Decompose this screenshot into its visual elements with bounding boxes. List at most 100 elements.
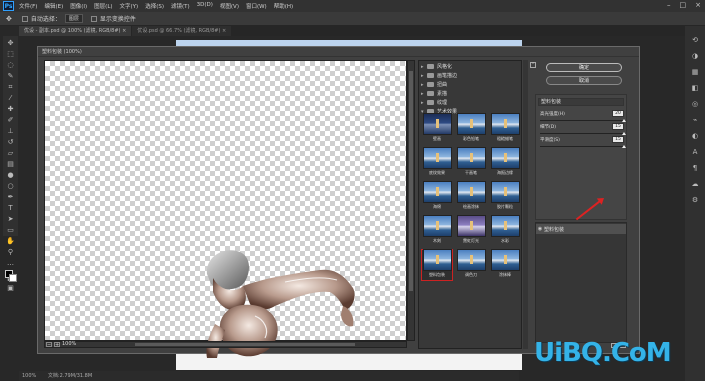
param-slider-track[interactable] — [540, 120, 624, 121]
filter-thumb[interactable]: 木刻 — [421, 215, 453, 247]
clone-stamp-icon[interactable]: ⊥ — [6, 127, 15, 135]
move-tool-icon[interactable]: ✥ — [6, 39, 15, 47]
tab-document-copy[interactable]: 优设 - 副本.psd @ 100% (滤镜, RGB/8#) × — [19, 26, 132, 36]
filter-folder[interactable]: ▸ 画笔描边 — [419, 71, 521, 80]
color-icon[interactable]: ◑ — [690, 52, 700, 61]
filter-thumb[interactable]: 壁画 — [421, 113, 453, 145]
filter-folder[interactable]: ▸ 扭曲 — [419, 80, 521, 89]
filter-thumb-label: 绘画涂抹 — [463, 204, 479, 209]
auto-select-dropdown[interactable]: 图层 — [64, 14, 83, 23]
collapse-browser-icon[interactable]: ⌃ — [530, 62, 536, 68]
filter-thumb[interactable]: 塑料包装 — [421, 249, 453, 281]
param-slider-knob[interactable] — [622, 119, 626, 122]
move-tool-icon[interactable]: ✥ — [6, 15, 12, 23]
param-value-input[interactable]: 15 — [612, 136, 624, 143]
marquee-tool-icon[interactable]: ⬚ — [6, 50, 15, 58]
close-icon[interactable]: × — [695, 1, 701, 9]
filter-thumb[interactable]: 绘画涂抹 — [455, 181, 487, 213]
screen-mode-icon[interactable]: ▣ — [6, 284, 15, 292]
hand-tool-icon[interactable]: ✋ — [6, 237, 15, 245]
menu-item[interactable]: 帮助(H) — [274, 2, 293, 10]
effect-layer-row[interactable]: ◉ 塑料包装 — [536, 224, 626, 234]
filter-thumb[interactable]: 底纹效果 — [421, 147, 453, 179]
cc-libraries-icon[interactable]: ☁ — [690, 180, 700, 189]
menu-item[interactable]: 编辑(E) — [44, 2, 63, 10]
menu-item[interactable]: 图层(L) — [94, 2, 112, 10]
gradient-tool-icon[interactable]: ▤ — [6, 160, 15, 168]
paths-icon[interactable]: ⌁ — [690, 116, 700, 125]
param-value-input[interactable]: 15 — [612, 123, 624, 130]
filter-thumb[interactable]: 彩色铅笔 — [455, 113, 487, 145]
menu-item[interactable]: 窗口(W) — [246, 2, 267, 10]
param-slider-knob[interactable] — [622, 145, 626, 148]
zoom-tool-icon[interactable]: ⚲ — [6, 248, 15, 256]
filter-thumb[interactable]: 干画笔 — [455, 147, 487, 179]
lasso-tool-icon[interactable]: ◌ — [6, 61, 15, 69]
filter-thumb[interactable]: 涂抹棒 — [489, 249, 521, 281]
filter-thumb[interactable]: 粗糙蜡笔 — [489, 113, 521, 145]
filter-thumb[interactable]: 霓虹灯光 — [455, 215, 487, 247]
shape-tool-icon[interactable]: ▭ — [6, 226, 15, 234]
dodge-tool-icon[interactable]: ○ — [6, 182, 15, 190]
more-tools-icon[interactable]: … — [6, 259, 15, 267]
eyedropper-tool-icon[interactable]: ⁄ — [6, 94, 15, 102]
path-select-icon[interactable]: ➤ — [6, 215, 15, 223]
paragraph-icon[interactable]: ¶ — [690, 164, 700, 173]
maximize-icon[interactable]: □ — [680, 1, 687, 9]
param-value-input[interactable]: 20 — [612, 110, 624, 117]
filter-thumb-image — [490, 249, 520, 271]
menu-item[interactable]: 3D(D) — [197, 2, 213, 10]
auto-select-checkbox[interactable] — [21, 15, 28, 22]
preview-horizontal-scrollbar[interactable] — [44, 341, 407, 348]
swatches-icon[interactable]: ▦ — [690, 68, 700, 77]
character-icon[interactable]: A — [690, 148, 700, 157]
brush-tool-icon[interactable]: ✐ — [6, 116, 15, 124]
tab-document[interactable]: 优设.psd @ 66.7% (滤镜, RGB/8#) × — [132, 26, 232, 36]
filter-select-dropdown[interactable]: 塑料包装 — [538, 98, 624, 106]
filter-folder[interactable]: ▸ 纹理 — [419, 98, 521, 107]
preview-vertical-scrollbar[interactable] — [407, 60, 415, 341]
filter-thumb[interactable]: 水彩 — [489, 215, 521, 247]
menu-item[interactable]: 视图(V) — [220, 2, 239, 10]
filter-thumb-label: 彩色铅笔 — [463, 136, 479, 141]
filter-thumb[interactable]: 海报边缘 — [489, 147, 521, 179]
preview-horizontal-thumb[interactable] — [135, 343, 355, 346]
menu-item[interactable]: 文字(Y) — [120, 2, 139, 10]
param-slider-track[interactable] — [540, 133, 624, 134]
zoom-out-button[interactable]: − — [46, 341, 52, 347]
param-slider-track[interactable] — [540, 146, 624, 147]
filter-folder[interactable]: ▸ 风格化 — [419, 62, 521, 71]
eye-icon[interactable]: ◉ — [536, 226, 544, 232]
layers-icon[interactable]: ◧ — [690, 84, 700, 93]
channels-icon[interactable]: ◎ — [690, 100, 700, 109]
menu-item[interactable]: 选择(S) — [145, 2, 164, 10]
adjustments-icon[interactable]: ◐ — [690, 132, 700, 141]
filter-browser: ▸ 风格化 ▸ 画笔描边 ▸ 扭曲 ▸ 素描 ▸ 纹理 ▾ 艺术效果 壁画 彩色铅笔 粗糙蜡笔 底纹效果 干画… — [418, 60, 522, 349]
history-brush-icon[interactable]: ↺ — [6, 138, 15, 146]
minimize-icon[interactable]: – — [667, 1, 671, 9]
quick-select-tool-icon[interactable]: ✎ — [6, 72, 15, 80]
blur-tool-icon[interactable]: ● — [6, 171, 15, 179]
crop-tool-icon[interactable]: ⌗ — [6, 83, 15, 91]
menu-item[interactable]: 文件(F) — [19, 2, 37, 10]
filter-thumb[interactable]: 胶片颗粒 — [489, 181, 521, 213]
type-tool-icon[interactable]: T — [6, 204, 15, 212]
menu-item[interactable]: 图像(I) — [70, 2, 87, 10]
history-icon[interactable]: ⟲ — [690, 36, 700, 45]
filter-thumb[interactable]: 调色刀 — [455, 249, 487, 281]
properties-icon[interactable]: ⚙ — [690, 196, 700, 205]
show-transform-checkbox[interactable] — [90, 15, 97, 22]
zoom-value[interactable]: 100% — [62, 341, 76, 347]
preview-vertical-thumb[interactable] — [409, 71, 413, 291]
filter-folder[interactable]: ▸ 素描 — [419, 89, 521, 98]
ok-button[interactable]: 确定 — [546, 63, 622, 72]
param-slider-knob[interactable] — [622, 132, 626, 135]
zoom-in-button[interactable]: + — [54, 341, 60, 347]
menu-item[interactable]: 滤镜(T) — [171, 2, 190, 10]
cancel-button[interactable]: 取消 — [546, 76, 622, 85]
healing-brush-icon[interactable]: ✚ — [6, 105, 15, 113]
filter-thumb[interactable]: 海绵 — [421, 181, 453, 213]
filter-preview[interactable] — [44, 60, 407, 358]
pen-tool-icon[interactable]: ✒ — [6, 193, 15, 201]
eraser-tool-icon[interactable]: ▱ — [6, 149, 15, 157]
